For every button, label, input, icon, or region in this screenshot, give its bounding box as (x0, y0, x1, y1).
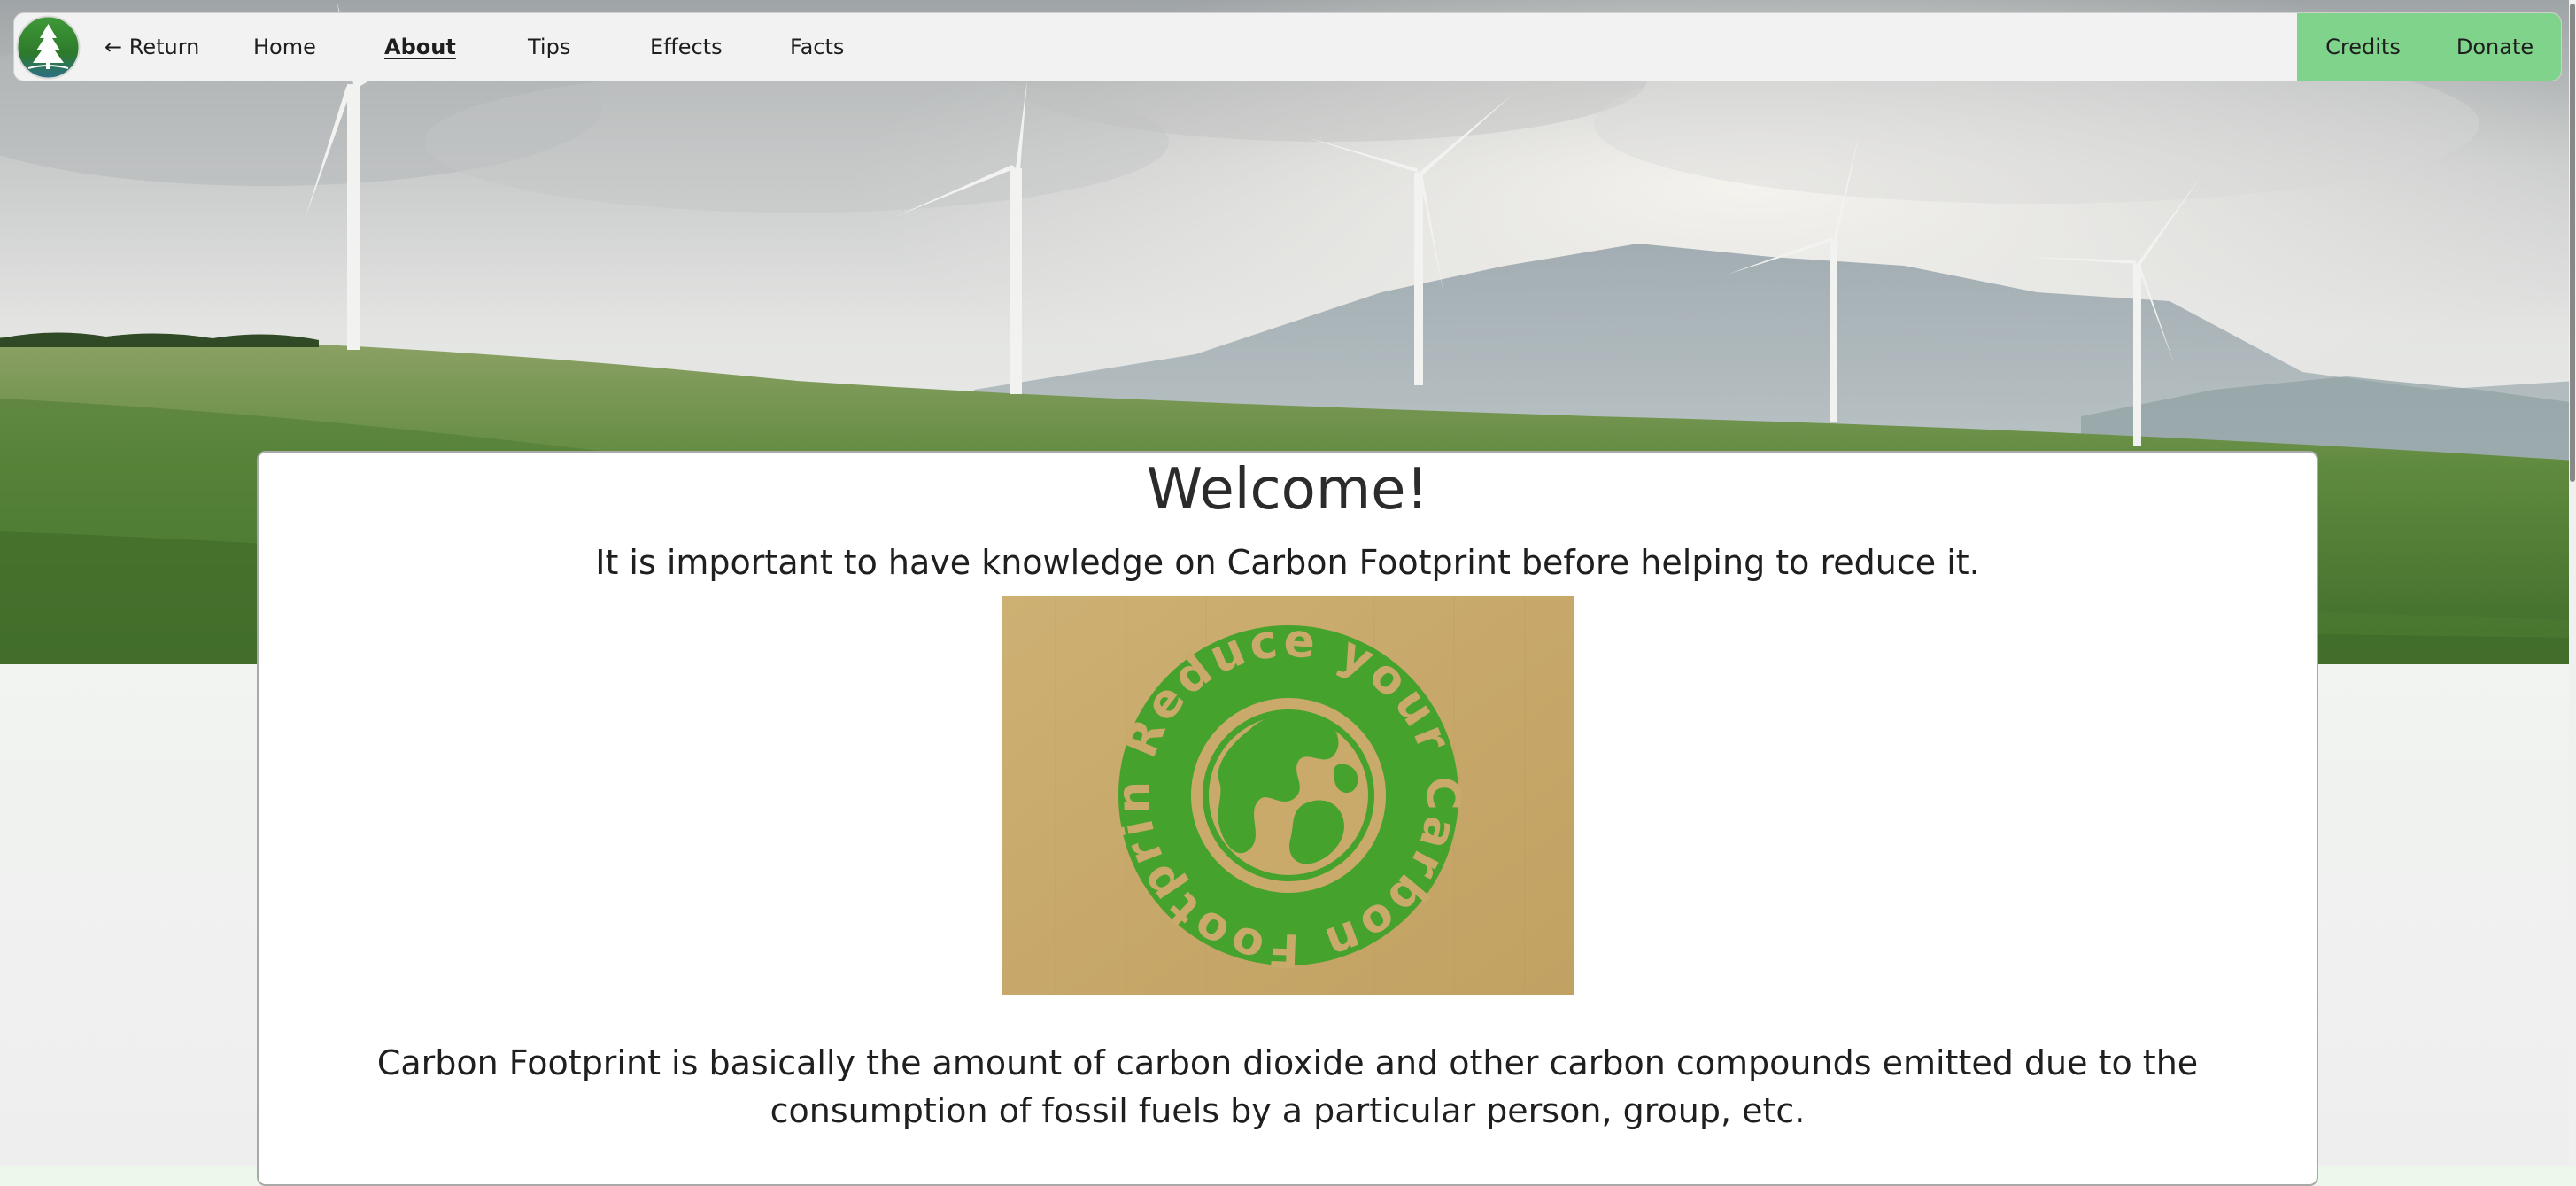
page-subtitle: It is important to have knowledge on Car… (595, 543, 1980, 582)
intro-paragraph: Carbon Footprint is basically the amount… (376, 1043, 2199, 1130)
nav-item-effects[interactable]: Effects (650, 13, 723, 81)
about-card: Welcome! It is important to have knowled… (257, 451, 2318, 1186)
nav-item-tips[interactable]: Tips (528, 13, 570, 81)
nav-item-home[interactable]: Home (253, 13, 316, 81)
scrollbar-thumb[interactable] (2570, 4, 2575, 482)
top-navbar: ← Return Home About Tips Effects Facts C… (13, 12, 2562, 81)
return-link[interactable]: ← Return (104, 13, 199, 81)
page-scrollbar[interactable] (2569, 0, 2576, 1166)
page-title: Welcome! (1146, 457, 1429, 523)
credits-button[interactable]: Credits (2297, 13, 2429, 81)
nav-item-facts[interactable]: Facts (790, 13, 844, 81)
nav-item-about[interactable]: About (384, 13, 456, 81)
donate-button[interactable]: Donate (2429, 13, 2561, 81)
nav-right-group: Credits Donate (2297, 13, 2561, 81)
carbon-footprint-sticker-image: Reduce your Carbon Footprint (990, 554, 1574, 995)
tree-logo-icon[interactable] (16, 15, 81, 80)
